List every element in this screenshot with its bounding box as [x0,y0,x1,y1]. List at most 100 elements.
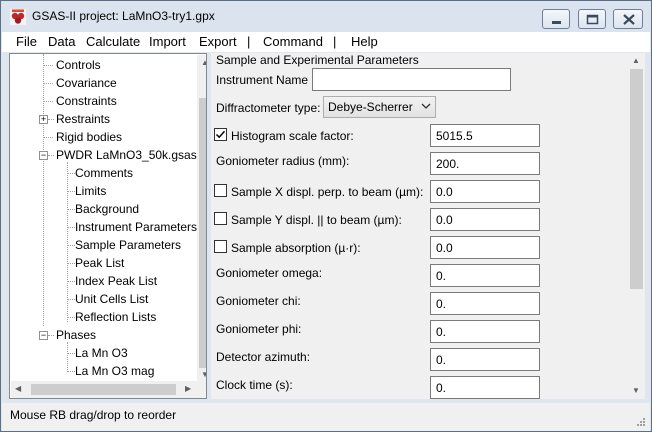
tree-connector [43,101,53,102]
maximize-button[interactable] [578,9,606,29]
histogram-scale-checkbox[interactable] [214,128,227,141]
instrument-name-input[interactable] [312,68,511,91]
sample-y-displ-input[interactable]: 0.0 [430,208,540,231]
sample-absorption-checkbox[interactable] [214,240,227,253]
diffractometer-type-label: Diffractometer type: [216,101,321,115]
tree-item-la-mn-o3-mag[interactable]: La Mn O3 mag [75,364,154,378]
scrollbar-thumb[interactable] [31,384,176,395]
chevron-down-icon [421,103,431,109]
tree-item-phases[interactable]: Phases [56,328,96,342]
detector-azimuth-label: Detector azimuth: [216,350,311,364]
tree-connector [67,227,75,228]
menu-separator: | [333,34,337,49]
scrollbar-thumb[interactable] [630,69,643,289]
tree-item-constraints[interactable]: Constraints [56,94,117,108]
collapse-pwdr-button[interactable]: − [39,150,48,160]
sample-absorption-input[interactable]: 0.0 [430,236,540,259]
menu-calculate[interactable]: Calculate [86,34,140,49]
menu-import[interactable]: Import [149,34,186,49]
goniometer-chi-label: Goniometer chi: [216,294,301,308]
tree-item-index-peak-list[interactable]: Index Peak List [75,274,157,288]
menu-separator: | [247,34,251,49]
goniometer-omega-input[interactable]: 0. [430,264,540,287]
tree-connector [43,137,53,138]
sample-x-displ-checkbox[interactable] [214,184,227,197]
tree-item-instrument-parameters[interactable]: Instrument Parameters [75,220,197,234]
tree-item-pwdr[interactable]: PWDR LaMnO3_50k.gsas [56,148,197,162]
status-text: Mouse RB drag/drop to reorder [10,408,177,422]
tree-item-sample-parameters[interactable]: Sample Parameters [75,238,181,252]
tree-item-la-mn-o3[interactable]: La Mn O3 [75,346,128,360]
tree-vertical-scrollbar[interactable]: ▲ ▼ [197,55,206,382]
scroll-down-arrow-icon[interactable]: ▼ [632,387,640,395]
scrollbar-thumb[interactable] [199,98,206,368]
scroll-down-arrow-icon[interactable]: ▼ [201,371,206,379]
histogram-scale-label: Histogram scale factor: [231,129,354,143]
scroll-right-arrow-icon[interactable]: ▶ [185,385,191,393]
collapse-phases-button[interactable]: − [39,330,48,340]
tree-connector [67,353,75,354]
scroll-up-arrow-icon[interactable]: ▲ [632,57,640,65]
expand-restraints-button[interactable]: + [39,114,48,124]
goniometer-radius-label: Goniometer radius (mm): [216,154,350,168]
tree-item-limits[interactable]: Limits [75,184,106,198]
menu-data[interactable]: Data [48,34,75,49]
goniometer-radius-input[interactable]: 200. [430,152,540,175]
sample-x-displ-label: Sample X displ. perp. to beam (µm): [231,185,424,199]
menu-help[interactable]: Help [351,34,378,49]
tree-connector [48,119,54,120]
checkmark-icon [215,130,226,139]
minimize-button[interactable] [542,9,570,29]
tree-connector [48,155,54,156]
tree-item-reflection-lists[interactable]: Reflection Lists [75,310,156,324]
close-icon [623,14,635,25]
minimize-icon [552,21,561,24]
diffractometer-type-select[interactable]: Debye-Scherrer [323,96,436,118]
tree-connector [67,371,75,372]
tree-connector [67,317,75,318]
data-tree[interactable]: + − − Controls Covariance Constraints Re… [9,53,207,399]
tree-connector [67,209,75,210]
menu-file[interactable]: File [16,34,37,49]
tree-connector [67,191,75,192]
sample-x-displ-input[interactable]: 0.0 [430,180,540,203]
tree-connector [67,162,68,322]
histogram-scale-input[interactable]: 5015.5 [430,124,540,147]
tree-horizontal-scrollbar[interactable]: ◀ ▶ [11,381,197,398]
resize-grip-icon[interactable] [636,417,646,427]
tree-item-rigid-bodies[interactable]: Rigid bodies [56,130,122,144]
tree-item-peak-list[interactable]: Peak List [75,256,124,270]
minus-icon: − [40,330,47,340]
clock-time-input[interactable]: 0. [430,376,540,399]
tree-item-controls[interactable]: Controls [56,58,101,72]
tree-item-restraints[interactable]: Restraints [56,112,110,126]
sample-absorption-label: Sample absorption (µ·r): [231,241,361,255]
tree-item-covariance[interactable]: Covariance [56,76,117,90]
sample-y-displ-checkbox[interactable] [214,212,227,225]
title-bar[interactable]: GSAS-II project: LaMnO3-try1.gpx [1,1,651,32]
tree-connector [67,299,75,300]
menu-export[interactable]: Export [199,34,237,49]
goniometer-chi-input[interactable]: 0. [430,292,540,315]
tree-item-unit-cells-list[interactable]: Unit Cells List [75,292,148,306]
scroll-up-arrow-icon[interactable]: ▲ [201,59,206,67]
tree-connector [67,342,68,372]
close-button[interactable] [613,9,643,29]
tree-item-background[interactable]: Background [75,202,139,216]
panel-heading: Sample and Experimental Parameters [216,53,419,67]
tree-connector [43,83,53,84]
clock-time-label: Clock time (s): [216,378,293,392]
tree-connector [67,245,75,246]
goniometer-omega-label: Goniometer omega: [216,266,323,280]
gsas-app-icon [10,9,26,25]
panel-vertical-scrollbar[interactable]: ▲ ▼ [628,53,645,399]
goniometer-phi-label: Goniometer phi: [216,322,302,336]
detector-azimuth-input[interactable]: 0. [430,348,540,371]
status-bar: Mouse RB drag/drop to reorder [2,403,650,431]
tree-connector [43,54,44,326]
app-window: GSAS-II project: LaMnO3-try1.gpx File Da… [0,0,652,432]
menu-command[interactable]: Command [263,34,323,49]
goniometer-phi-input[interactable]: 0. [430,320,540,343]
tree-item-comments[interactable]: Comments [75,166,133,180]
scroll-left-arrow-icon[interactable]: ◀ [15,385,21,393]
